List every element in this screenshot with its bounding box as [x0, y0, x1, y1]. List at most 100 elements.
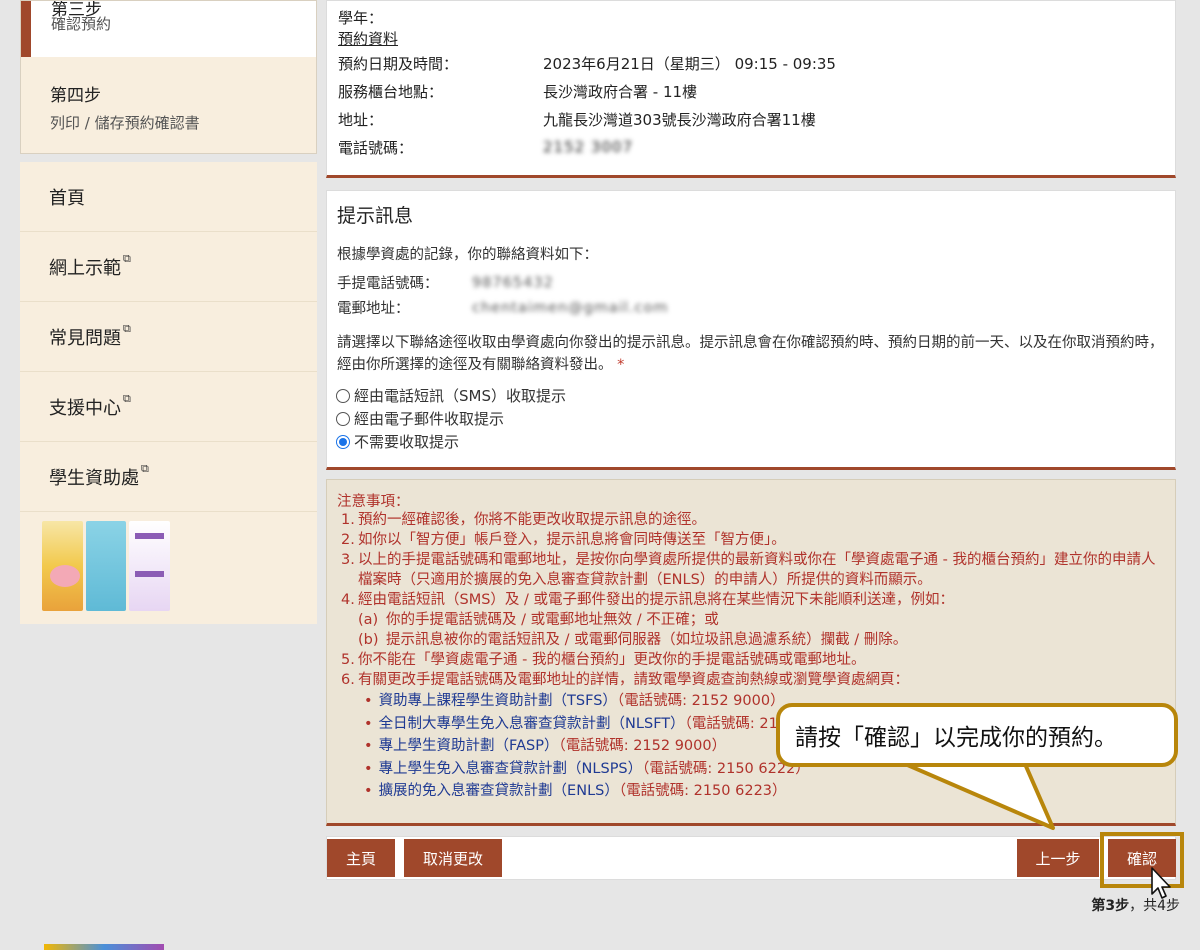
- academic-year-row: 學年：: [338, 7, 1175, 27]
- subitem-mark: (a): [358, 612, 379, 628]
- subitem-text: 提示訊息被你的電話短訊及 / 或電郵伺服器（如垃圾訊息過濾系統）攔截 / 刪除。: [386, 632, 908, 648]
- booking-row-datetime: 預約日期及時間： 2023年6月21日（星期三） 09:15 - 09:35: [338, 49, 1175, 77]
- nav-item-support[interactable]: 支援中心 ⧉: [20, 372, 317, 442]
- scheme-phone: （電話號碼: 2152 9000）: [558, 738, 727, 754]
- nav-item-faq[interactable]: 常見問題 ⧉: [20, 302, 317, 372]
- note-item: 1. 預約一經確認後，你將不能更改收取提示訊息的途徑。: [341, 512, 706, 528]
- promo-banner-container: [20, 512, 317, 624]
- row-label: 地址：: [338, 110, 384, 129]
- mobile-value-redacted: 98765432: [472, 274, 554, 291]
- banner-piggy-bank-image: [42, 521, 83, 611]
- step-four: 第四步 列印 / 儲存預約確認書: [21, 57, 316, 153]
- scheme-link[interactable]: 專上學生免入息審查貸款計劃（NLSPS）: [379, 761, 643, 777]
- email-value-redacted: chentaimen@gmail.com: [472, 299, 669, 316]
- mobile-row: 手提電話號碼： 98765432: [337, 270, 1175, 295]
- note-text: 預約一經確認後，你將不能更改收取提示訊息的途徑。: [358, 512, 706, 528]
- banner-scales-image: [129, 521, 171, 611]
- note-subitem: (b) 提示訊息被你的電話短訊及 / 或電郵伺服器（如垃圾訊息過濾系統）攔截 / …: [337, 630, 1165, 650]
- row-value: 2023年6月21日（星期三） 09:15 - 09:35: [543, 54, 836, 73]
- banner-info-image: [85, 521, 127, 611]
- note-item: 4. 經由電話短訊（SMS）及 / 或電子郵件發出的提示訊息將在某些情況下未能順利…: [341, 592, 955, 608]
- subitem-mark: (b): [358, 632, 379, 648]
- home-button[interactable]: 主頁: [327, 839, 395, 877]
- radio-no-reminder[interactable]: 不需要收取提示: [336, 430, 1175, 453]
- step-three-subtitle: 確認預約: [51, 15, 112, 33]
- nav-item-wfsfaa[interactable]: 學生資助處 ⧉: [20, 442, 317, 512]
- tutorial-callout: 請按「確認」以完成你的預約。: [776, 703, 1178, 767]
- external-link-icon: ⧉: [123, 251, 131, 265]
- nav-item-label: 學生資助處: [49, 467, 139, 489]
- previous-step-button[interactable]: 上一步: [1017, 839, 1099, 877]
- scheme-link[interactable]: 專上學生資助計劃（FASP）: [379, 738, 559, 754]
- promo-banner[interactable]: [42, 521, 171, 611]
- sidebar-nav: 首頁 網上示範 ⧉ 常見問題 ⧉ 支援中心 ⧉ 學生資助處 ⧉: [20, 162, 317, 624]
- row-label: 預約日期及時間：: [338, 54, 459, 73]
- note-text: 有關更改手提電話號碼及電郵地址的詳情，請致電學資處查詢熱線或瀏覽學資處網頁：: [358, 672, 909, 688]
- mobile-label: 手提電話號碼：: [337, 276, 439, 292]
- academic-year-label: 學年：: [338, 9, 384, 27]
- nav-item-label: 常見問題: [49, 327, 121, 349]
- mouse-cursor-icon: [1151, 867, 1171, 899]
- note-text: 你不能在「學資處電子通 - 我的櫃台預約」更改你的手提電話號碼或電郵地址。: [358, 652, 866, 668]
- callout-text: 請按「確認」以完成你的預約。: [795, 725, 1117, 751]
- note-item: 2. 如你以「智方便」帳戶登入，提示訊息將會同時傳送至「智方便」。: [341, 532, 786, 548]
- booking-row-phone: 電話號碼： 2152 3007: [338, 133, 1175, 161]
- note-item: 5. 你不能在「學資處電子通 - 我的櫃台預約」更改你的手提電話號碼或電郵地址。: [341, 652, 866, 668]
- scheme-link[interactable]: 擴展的免入息審查貸款計劃（ENLS）: [379, 783, 619, 799]
- external-link-icon: ⧉: [141, 461, 149, 475]
- booking-details: 學年： 預約資料 預約日期及時間： 2023年6月21日（星期三） 09:15 …: [326, 0, 1176, 178]
- step-four-subtitle: 列印 / 儲存預約確認書: [50, 114, 200, 132]
- scheme-link[interactable]: 全日制大專學生免入息審查貸款計劃（NLSFT）: [379, 716, 685, 732]
- radio-circle-selected[interactable]: [336, 434, 350, 449]
- nav-item-online-demo[interactable]: 網上示範 ⧉: [20, 232, 317, 302]
- notes-list: 1. 預約一經確認後，你將不能更改收取提示訊息的途徑。 2. 如你以「智方便」帳戶登…: [337, 510, 1165, 690]
- sidebar: 第三步 確認預約 第四步 列印 / 儲存預約確認書 首頁 網上示範 ⧉ 常見問題 ⧉…: [20, 0, 317, 624]
- row-value: 長沙灣政府合署 - 11樓: [543, 82, 698, 101]
- callout-tail: [905, 762, 1055, 830]
- email-row: 電郵地址： chentaimen@gmail.com: [337, 295, 1175, 320]
- radio-label: 不需要收取提示: [354, 433, 460, 451]
- nav-item-home[interactable]: 首頁: [20, 162, 317, 232]
- radio-email[interactable]: 經由電子郵件收取提示: [336, 407, 1175, 430]
- radio-circle[interactable]: [336, 388, 350, 403]
- note-text: 如你以「智方便」帳戶登入，提示訊息將會同時傳送至「智方便」。: [358, 532, 786, 548]
- reminder-section: 提示訊息 根據學資處的記錄，你的聯絡資料如下： 手提電話號碼： 98765432…: [326, 190, 1176, 470]
- row-value: 九龍長沙灣道303號長沙灣政府合署11樓: [543, 110, 816, 129]
- external-link-icon: ⧉: [123, 321, 131, 335]
- pager-current: 第3步: [1091, 898, 1130, 914]
- note-text: 經由電話短訊（SMS）及 / 或電子郵件發出的提示訊息將在某些情況下未能順利送達…: [358, 592, 955, 608]
- scheme-link[interactable]: 資助專上課程學生資助計劃（TSFS）: [379, 693, 617, 709]
- reminder-title: 提示訊息: [337, 205, 414, 227]
- note-text: 以上的手提電話號碼和電郵地址，是按你向學資處所提供的最新資料或你在「學資處電子通…: [358, 552, 1156, 588]
- step-three: 第三步 確認預約: [21, 1, 316, 57]
- scheme-phone: （電話號碼: 2152 9000）: [616, 693, 785, 709]
- row-label: 服務櫃台地點：: [338, 82, 444, 101]
- action-bar: 主頁 取消更改 上一步 確認: [326, 836, 1176, 880]
- radio-label: 經由電子郵件收取提示: [354, 410, 505, 428]
- note-subitem: (a) 你的手提電話號碼及 / 或電郵地址無效 / 不正確；或: [337, 610, 1165, 630]
- subitem-text: 你的手提電話號碼及 / 或電郵地址無效 / 不正確；或: [386, 612, 719, 628]
- scheme-phone: （電話號碼: 2150 6223）: [618, 783, 787, 799]
- step-four-title: 第四步: [50, 86, 101, 106]
- nav-item-label: 支援中心: [49, 397, 121, 419]
- booking-section-label: 預約資料: [338, 30, 399, 48]
- reminder-instruction: 請選擇以下聯絡途徑收取由學資處向你發出的提示訊息。提示訊息會在你確認預約時、預約…: [337, 332, 1175, 376]
- row-value-redacted: 2152 3007: [543, 138, 634, 156]
- cancel-changes-button[interactable]: 取消更改: [404, 839, 502, 877]
- radio-label: 經由電話短訊（SMS）收取提示: [354, 387, 566, 405]
- reminder-intro: 根據學資處的記錄，你的聯絡資料如下：: [337, 247, 598, 263]
- note-item: 6. 有關更改手提電話號碼及電郵地址的詳情，請致電學資處查詢熱線或瀏覽學資處網頁：: [341, 672, 909, 688]
- nav-item-label: 首頁: [49, 187, 85, 209]
- nav-item-label: 網上示範: [49, 257, 121, 279]
- booking-row-counter: 服務櫃台地點： 長沙灣政府合署 - 11樓: [338, 77, 1175, 105]
- external-link-icon: ⧉: [123, 391, 131, 405]
- email-label: 電郵地址：: [337, 301, 410, 317]
- radio-sms[interactable]: 經由電話短訊（SMS）收取提示: [336, 384, 1175, 407]
- instruction-text: 請選擇以下聯絡途徑收取由學資處向你發出的提示訊息。提示訊息會在你確認預約時、預約…: [337, 335, 1164, 373]
- notes-heading: 注意事項：: [337, 494, 410, 510]
- bottom-banner-strip: [44, 944, 164, 950]
- note-item: 3. 以上的手提電話號碼和電郵地址，是按你向學資處所提供的最新資料或你在「學資處電…: [337, 550, 1165, 590]
- required-mark: *: [617, 357, 625, 373]
- radio-circle[interactable]: [336, 411, 350, 426]
- booking-row-address: 地址： 九龍長沙灣道303號長沙灣政府合署11樓: [338, 105, 1175, 133]
